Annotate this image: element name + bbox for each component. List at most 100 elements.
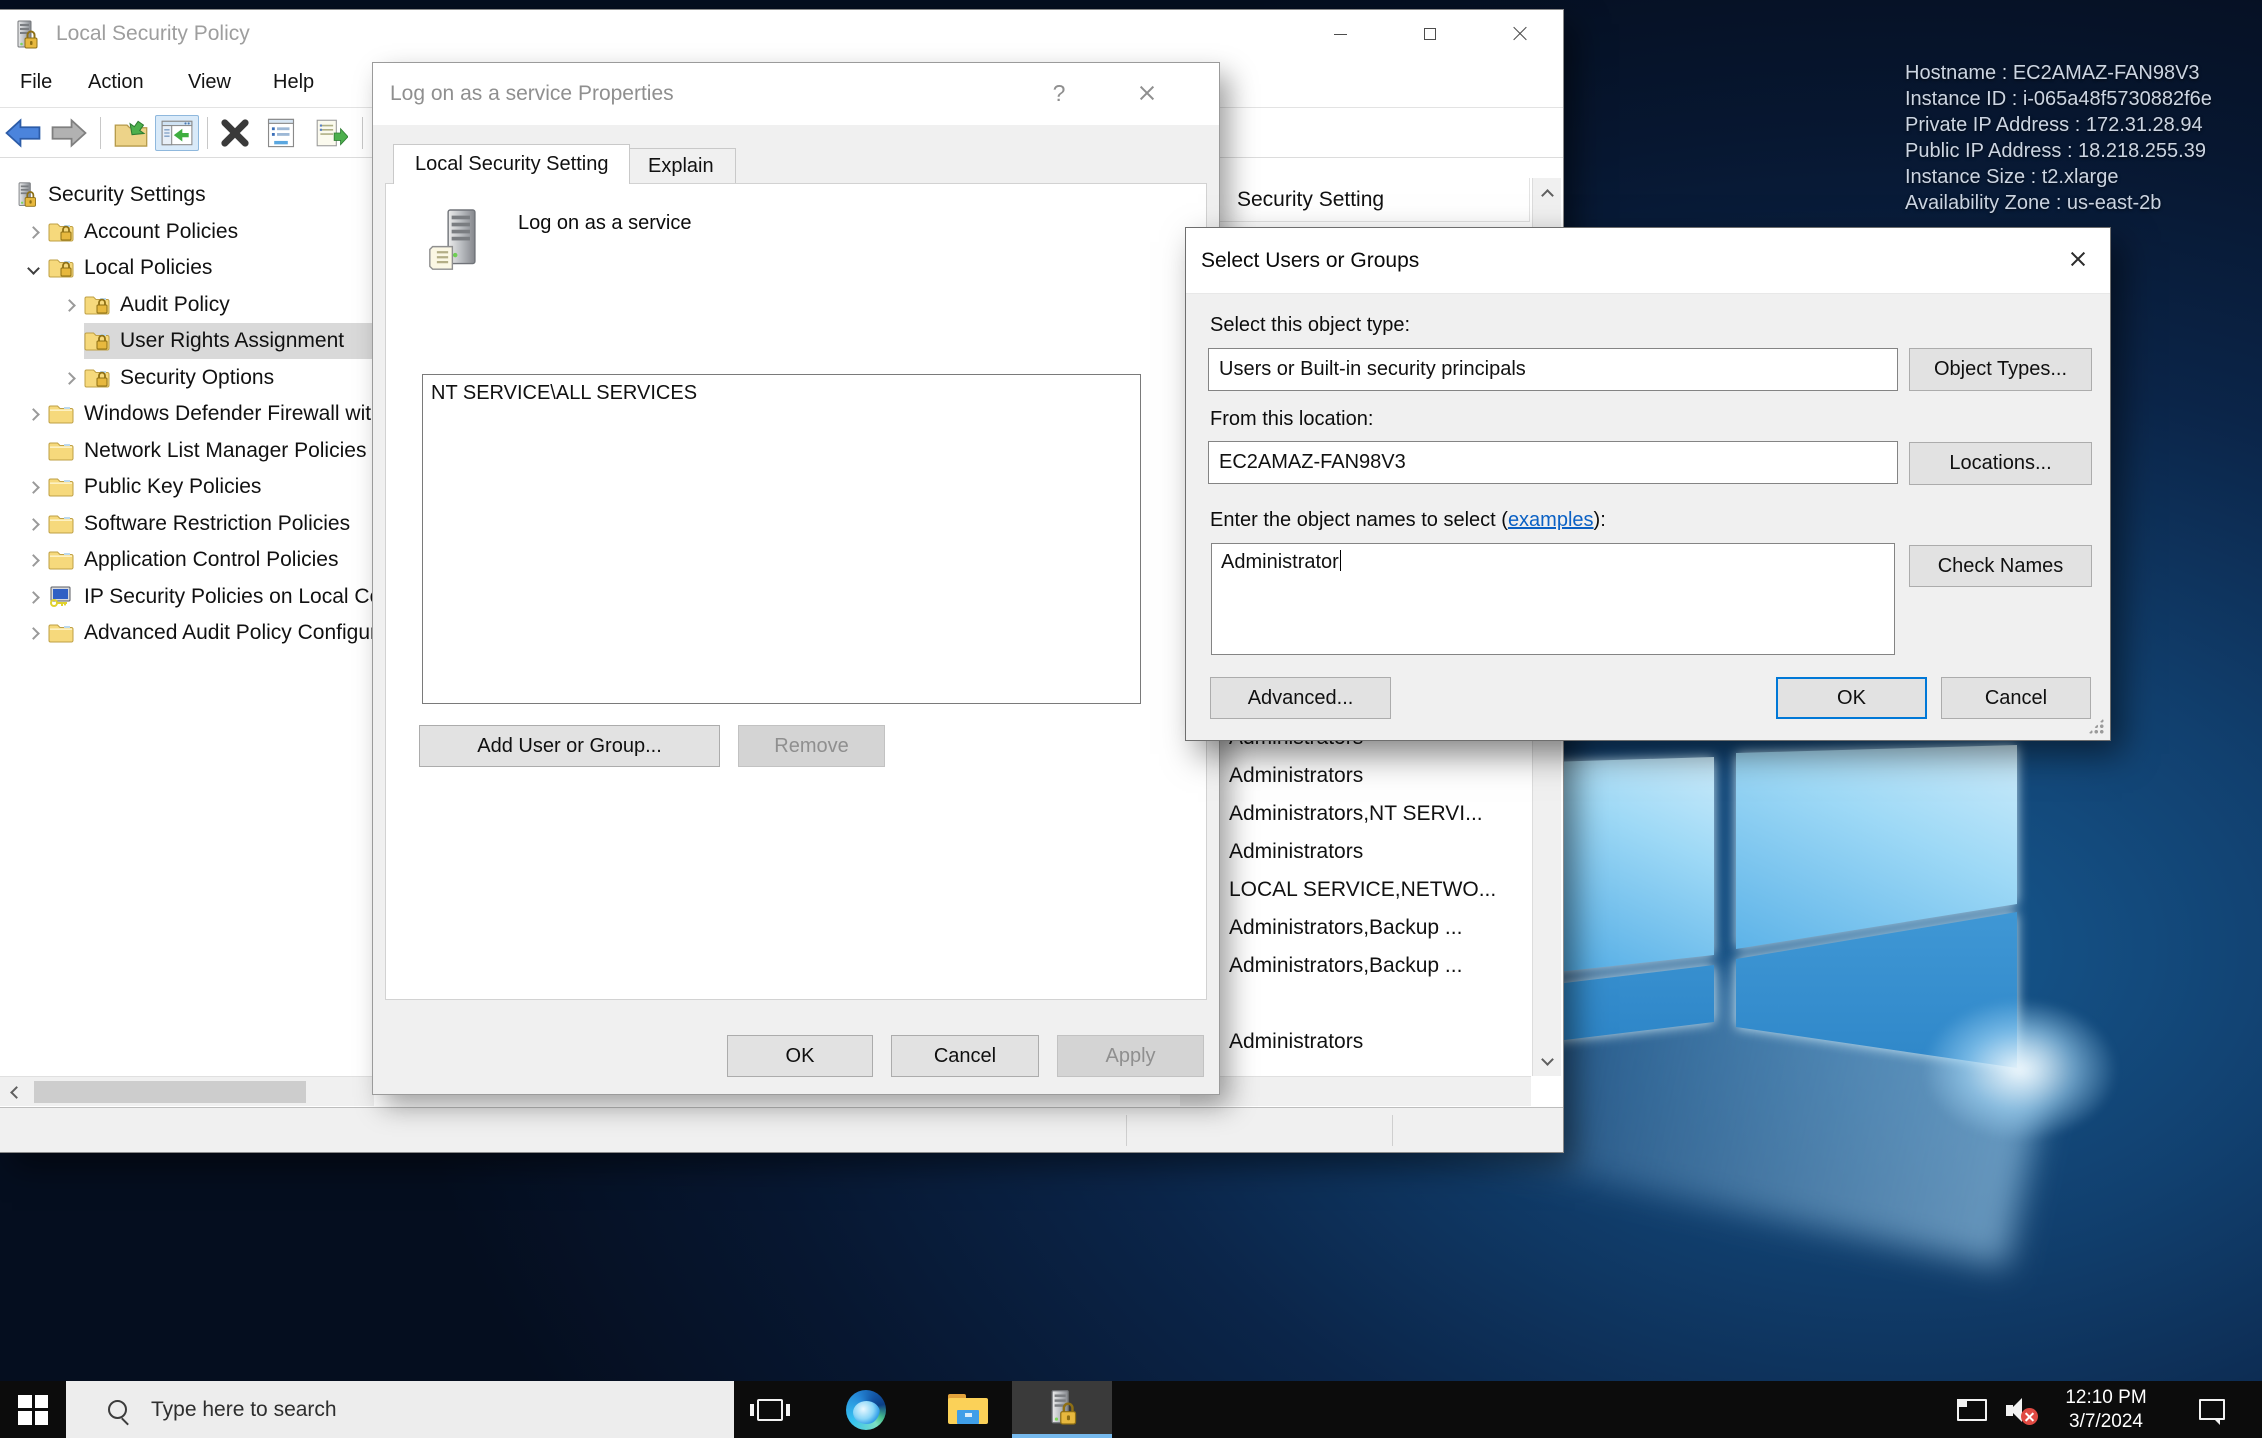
list-horizontal-scrollbar[interactable] (1180, 1076, 1531, 1106)
delete-button[interactable] (216, 115, 254, 151)
taskbar-clock[interactable]: 12:10 PM 3/7/2024 (2050, 1381, 2162, 1438)
export-list-icon (314, 117, 348, 149)
chevron-down-icon[interactable] (18, 264, 48, 273)
dialog-titlebar: Log on as a service Properties ? (373, 63, 1219, 125)
minimize-button[interactable] (1324, 18, 1356, 50)
forward-button[interactable] (50, 115, 88, 151)
edge-taskbar-button[interactable] (836, 1381, 896, 1438)
tree-item-audit-policy[interactable]: Audit Policy (0, 287, 230, 323)
export-list-button[interactable] (312, 115, 350, 151)
volume-tray-icon[interactable] (1998, 1381, 2044, 1438)
ok-button[interactable]: OK (1776, 677, 1927, 719)
task-view-button[interactable] (742, 1381, 798, 1438)
object-types-button[interactable]: Object Types... (1909, 348, 2092, 391)
ec2-public-ip: Public IP Address : 18.218.255.39 (1905, 138, 2212, 164)
back-button[interactable] (4, 115, 42, 151)
export-folder-button[interactable] (112, 115, 150, 151)
start-button[interactable] (0, 1381, 66, 1438)
tree-item-network-list-manager[interactable]: Network List Manager Policies (0, 433, 366, 469)
menu-view[interactable]: View (188, 58, 231, 107)
object-type-field[interactable]: Users or Built-in security principals (1208, 348, 1898, 391)
maximize-button[interactable] (1414, 18, 1446, 50)
tab-local-security-setting[interactable]: Local Security Setting (393, 144, 630, 184)
advanced-button[interactable]: Advanced... (1210, 677, 1391, 719)
volume-muted-icon (2004, 1395, 2038, 1425)
scrollbar-thumb[interactable] (34, 1081, 306, 1103)
edge-browser-icon (846, 1390, 886, 1430)
ec2-availability-zone: Availability Zone : us-east-2b (1905, 190, 2212, 216)
members-listbox[interactable]: NT SERVICE\ALL SERVICES (422, 374, 1141, 704)
policy-server-icon (427, 207, 489, 275)
dialog-close-button[interactable] (1131, 77, 1163, 109)
location-field[interactable]: EC2AMAZ-FAN98V3 (1208, 441, 1898, 484)
chevron-right-icon[interactable] (18, 556, 48, 565)
resize-grip[interactable] (2088, 718, 2104, 734)
window-title: Local Security Policy (56, 22, 250, 46)
chevron-right-icon[interactable] (18, 593, 48, 602)
chevron-right-icon[interactable] (54, 301, 84, 310)
tree-horizontal-scrollbar[interactable] (0, 1076, 374, 1106)
scroll-left-icon[interactable] (2, 1079, 30, 1105)
properties-button[interactable] (262, 115, 300, 151)
help-button[interactable]: ? (1043, 77, 1075, 109)
status-bar (0, 1107, 1563, 1152)
list-row[interactable]: LOCAL SERVICE,NETWO... (1180, 871, 1530, 909)
tree-item-security-settings[interactable]: Security Settings (0, 177, 206, 213)
network-tray-icon[interactable] (1950, 1381, 1994, 1438)
tree-item-software-restriction-policies[interactable]: Software Restriction Policies (0, 506, 350, 542)
object-names-input[interactable]: Administrator (1211, 543, 1895, 655)
tree-item-advanced-audit-policy[interactable]: Advanced Audit Policy Configuration (0, 615, 423, 651)
check-names-button[interactable]: Check Names (1909, 545, 2092, 587)
list-row[interactable]: Administrators,Backup ... (1180, 947, 1530, 985)
properties-doc-icon (264, 117, 298, 149)
search-placeholder: Type here to search (151, 1398, 337, 1422)
cancel-button[interactable]: Cancel (1941, 677, 2091, 719)
cancel-button[interactable]: Cancel (891, 1035, 1039, 1077)
policy-name-label: Log on as a service (518, 212, 691, 235)
list-row[interactable]: Administrators,Backup ... (1180, 909, 1530, 947)
dialog-close-button[interactable] (2062, 243, 2094, 275)
tree-item-account-policies[interactable]: Account Policies (0, 214, 238, 250)
chevron-right-icon[interactable] (18, 629, 48, 638)
tree-item-local-policies[interactable]: Local Policies (0, 250, 212, 286)
chevron-right-icon[interactable] (18, 483, 48, 492)
file-explorer-taskbar-button[interactable] (938, 1381, 998, 1438)
tree-item-security-options[interactable]: Security Options (0, 360, 274, 396)
action-center-button[interactable] (2186, 1381, 2238, 1438)
ok-button[interactable]: OK (727, 1035, 873, 1077)
local-security-policy-taskbar-button[interactable] (1012, 1381, 1112, 1438)
folder-icon (48, 440, 74, 462)
tree-item-application-control-policies[interactable]: Application Control Policies (0, 542, 338, 578)
member-item[interactable]: NT SERVICE\ALL SERVICES (431, 382, 1132, 405)
show-console-tree-button[interactable] (155, 115, 199, 151)
tree-label: Advanced Audit Policy Configuration (84, 621, 423, 645)
folder-icon (48, 549, 74, 571)
remove-button[interactable]: Remove (738, 725, 885, 767)
ec2-instance-info: Hostname : EC2AMAZ-FAN98V3 Instance ID :… (1905, 60, 2212, 216)
chevron-right-icon[interactable] (18, 228, 48, 237)
tab-explain[interactable]: Explain (626, 148, 736, 184)
network-icon (1957, 1399, 1987, 1421)
list-row[interactable]: Administrators,NT SERVI... (1180, 795, 1530, 833)
scroll-up-icon[interactable] (1533, 182, 1562, 208)
apply-button[interactable]: Apply (1057, 1035, 1204, 1077)
list-row[interactable]: Administrators (1180, 1023, 1530, 1061)
list-row[interactable]: Administrators (1180, 833, 1530, 871)
tree-item-public-key-policies[interactable]: Public Key Policies (0, 469, 261, 505)
folder-lock-icon (48, 257, 74, 279)
locations-button[interactable]: Locations... (1909, 442, 2092, 485)
column-header-security-setting[interactable]: Security Setting (1180, 178, 1530, 222)
list-row[interactable]: Administrators (1180, 757, 1530, 795)
scroll-down-icon[interactable] (1533, 1046, 1562, 1072)
add-user-or-group-button[interactable]: Add User or Group... (419, 725, 720, 767)
menu-file[interactable]: File (20, 58, 52, 107)
chevron-right-icon[interactable] (54, 374, 84, 383)
close-button[interactable] (1504, 18, 1536, 50)
menu-help[interactable]: Help (273, 58, 314, 107)
taskbar-search-input[interactable]: Type here to search (66, 1381, 734, 1438)
chevron-right-icon[interactable] (18, 410, 48, 419)
examples-link[interactable]: examples (1508, 509, 1594, 531)
menu-action[interactable]: Action (88, 58, 144, 107)
list-row[interactable] (1180, 985, 1530, 1023)
chevron-right-icon[interactable] (18, 520, 48, 529)
